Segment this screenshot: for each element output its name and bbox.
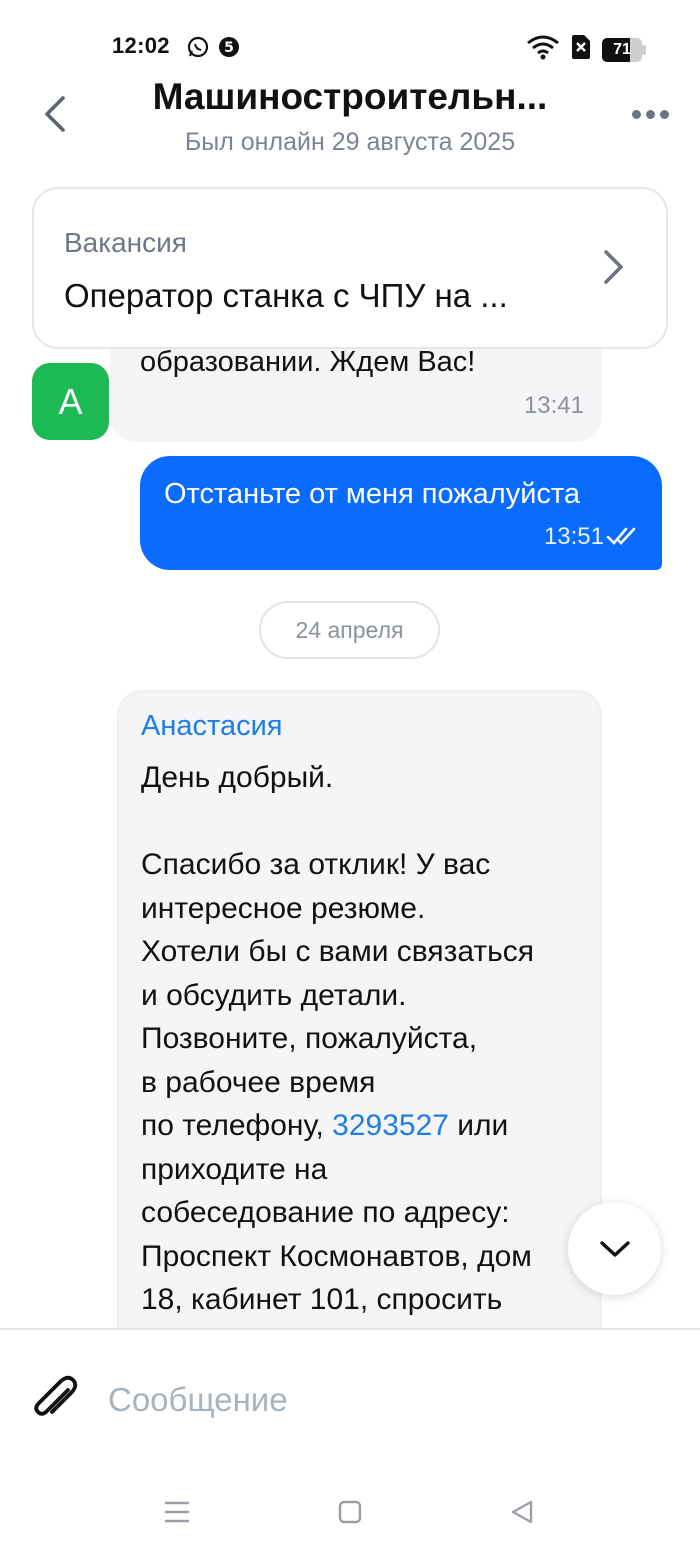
more-dots-icon: [631, 109, 641, 119]
back-triangle-icon: [511, 1500, 533, 1524]
status-right-group: 71: [526, 34, 646, 65]
message-time: 13:41: [523, 392, 584, 419]
attach-button[interactable]: [30, 1374, 80, 1426]
chevron-right-icon: [604, 250, 623, 284]
double-check-icon: [606, 527, 636, 545]
back-button[interactable]: [30, 90, 78, 138]
system-back-button[interactable]: [502, 1492, 542, 1532]
wifi-icon: [526, 34, 560, 65]
chat-area[interactable]: образовании. Ждем Вас! 13:41 А Вакансия …: [0, 180, 700, 1328]
menu-icon: [164, 1501, 190, 1523]
incoming-message-bubble[interactable]: Анастасия День добрый. Спасибо за отклик…: [117, 690, 602, 1328]
more-options-button[interactable]: [624, 92, 676, 136]
whatsapp-icon: [187, 36, 209, 58]
message-text: образовании. Ждем Вас!: [140, 346, 476, 378]
svg-text:5: 5: [224, 40, 234, 56]
message-sender[interactable]: Анастасия: [141, 710, 282, 743]
system-nav-bar: [0, 1470, 700, 1556]
status-bar: 12:02 5 71: [0, 0, 700, 80]
last-seen-status: Был онлайн 29 августа 2025: [184, 128, 516, 156]
message-time: 13:51: [543, 523, 604, 550]
chat-title[interactable]: Машиностроительн...: [120, 76, 580, 118]
chat-header: Машиностроительн... Был онлайн 29 август…: [0, 72, 700, 172]
vacancy-label: Вакансия: [64, 227, 187, 258]
date-separator: 24 апреля: [259, 601, 440, 659]
message-text: Отстаньте от меня пожалуйста: [164, 478, 581, 510]
message-text: День добрый. Спасибо за отклик! У вас ин…: [141, 761, 535, 1316]
five-badge-icon: 5: [218, 36, 240, 58]
chevron-down-icon: [599, 1240, 630, 1257]
phone-link[interactable]: 3293527: [332, 1109, 449, 1142]
message-composer: [0, 1328, 700, 1458]
vacancy-title: Оператор станка с ЧПУ на ...: [64, 277, 508, 314]
status-time: 12:02: [112, 33, 170, 58]
scroll-to-bottom-button[interactable]: [568, 1202, 661, 1295]
paperclip-icon: [34, 1375, 78, 1416]
message-input[interactable]: [108, 1368, 668, 1432]
sim-off-icon: [570, 34, 592, 65]
home-square-icon: [338, 1500, 362, 1524]
chevron-left-icon: [45, 96, 65, 132]
avatar[interactable]: А: [32, 363, 109, 440]
outgoing-message-bubble[interactable]: Отстаньте от меня пожалуйста 13:51: [140, 456, 662, 570]
battery-level: 71: [613, 40, 631, 58]
battery-icon: 71: [602, 37, 646, 62]
home-button[interactable]: [330, 1492, 370, 1532]
vacancy-card[interactable]: Вакансия Оператор станка с ЧПУ на ...: [32, 187, 668, 349]
recent-apps-button[interactable]: [157, 1492, 197, 1532]
